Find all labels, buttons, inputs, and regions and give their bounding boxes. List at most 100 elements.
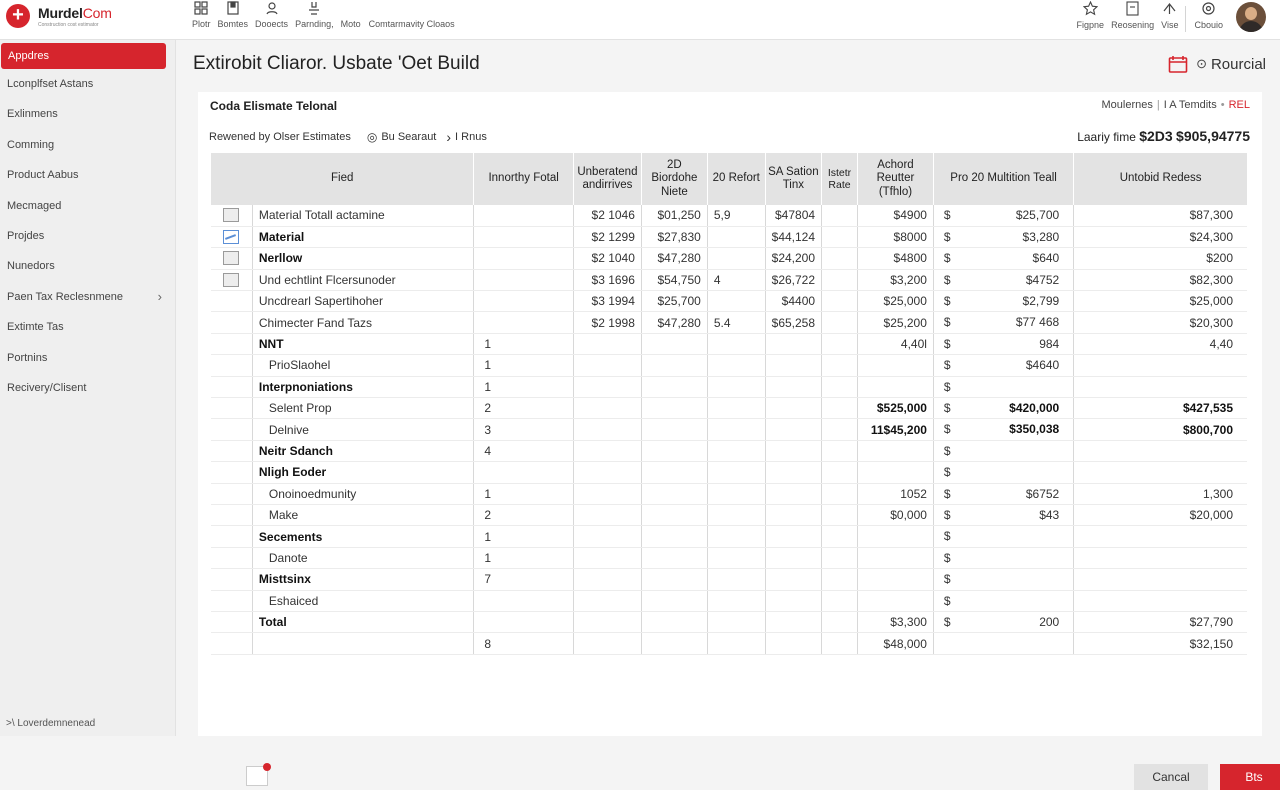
breadcrumb[interactable]: I Rnus: [455, 131, 487, 143]
sidebar-item-comming[interactable]: Comming: [0, 130, 175, 160]
clipboard-icon: [1126, 1, 1139, 16]
sidebar-item-product-aabus[interactable]: Product Aabus: [0, 160, 175, 190]
multition-cell: $: [932, 525, 1074, 548]
table-row[interactable]: Material Totall actamine $2 1046 $01,250 5,…: [210, 205, 1247, 227]
table-row[interactable]: Misttsinx 7 $: [210, 568, 1247, 591]
item-label-cell: Misttsinx: [251, 568, 474, 591]
sidebar-item-appdres[interactable]: Appdres: [1, 43, 166, 69]
inbox-icon: [309, 2, 320, 15]
calendar-icon[interactable]: [1168, 55, 1188, 73]
biordohe-cell: [640, 547, 708, 570]
column-header[interactable]: 20 Refort: [706, 153, 766, 205]
sidebar-item-recivery[interactable]: Recivery/Clisent: [0, 373, 175, 403]
vise-button[interactable]: Vise: [1161, 0, 1178, 30]
reosening-button[interactable]: Reosening: [1111, 0, 1154, 30]
table-row[interactable]: Make 2 $0,000 $ $43 $20,000: [210, 504, 1247, 527]
column-header[interactable]: SA Sation Tinx: [764, 153, 822, 205]
item-label-cell: Delnive: [251, 418, 474, 441]
table-row[interactable]: NNT 1 4,40l $984 4,40: [210, 333, 1247, 356]
currency-symbol: $: [943, 336, 951, 351]
sidebar-footer-link[interactable]: >\ Loverdemnenead: [6, 718, 95, 729]
item-label-cell: Nligh Eoder: [251, 461, 474, 484]
sation-tax-cell: [764, 504, 822, 527]
sidebar-item-lconplfset[interactable]: Lconplfset Astans: [0, 69, 175, 99]
sidebar-item-paen-tax[interactable]: Paen Tax Reclesnmene ›: [0, 282, 175, 312]
column-header[interactable]: Innorthy Fotal: [473, 153, 574, 205]
table-row[interactable]: Selent Prop 2 $525,000 $ $420,000 $427,535: [210, 397, 1247, 420]
table-row[interactable]: Nerllow $2 1040 $47,280 $24,200 $4800 $ $640 $2…: [210, 247, 1247, 270]
quantity-cell: [473, 205, 574, 227]
table-row[interactable]: Neitr Sdanch 4 $: [210, 440, 1247, 463]
column-header[interactable]: 2D Biordohe Niete: [640, 153, 708, 205]
cancel-button[interactable]: Cancal: [1134, 764, 1208, 790]
figpne-button[interactable]: Figpne: [1077, 0, 1104, 30]
cbouio-button[interactable]: Cbouio: [1194, 0, 1223, 30]
table-row[interactable]: PrioSlaohel 1 $ $4640: [210, 354, 1247, 377]
quantity-cell: 1: [473, 525, 574, 548]
topnav-item-parnding[interactable]: Parnding,: [295, 0, 334, 29]
table-row[interactable]: Chimecter Fand Tazs $2 1998 $47,280 5.4 $65,…: [210, 311, 1247, 334]
biordohe-cell: [640, 632, 708, 655]
table-row[interactable]: 8 $48,000 $32,150: [210, 632, 1247, 655]
sidebar-item-extimte-tas[interactable]: Extimte Tas: [0, 312, 175, 342]
table-row[interactable]: Und echtlint Flcersunoder $3 1696 $54,750 4…: [210, 269, 1247, 292]
table-header: Fied Innorthy Fotal Unberatend andirrives 2…: [209, 153, 1247, 205]
table-row[interactable]: Onoinoedmunity 1 1052 $ $6752 1,300: [210, 483, 1247, 505]
sidebar-item-nunedors[interactable]: Nunedors: [0, 251, 175, 281]
row-checkbox[interactable]: [223, 208, 240, 223]
refort-cell: [706, 376, 766, 399]
topnav-extra[interactable]: Comtarmavity Cloaos: [369, 19, 455, 29]
multition-value: $640: [1032, 251, 1060, 266]
currency-symbol: $: [943, 272, 951, 287]
sidebar-item-mecmaged[interactable]: Mecmaged: [0, 191, 175, 221]
column-header[interactable]: Fied: [209, 153, 474, 205]
sidebar-item-portnins[interactable]: Portnins: [0, 343, 175, 373]
app-logo[interactable]: + MurdelCom Construction cost estimator: [6, 4, 112, 28]
row-checkbox[interactable]: [223, 230, 240, 245]
topnav-item-bomtes[interactable]: Bomtes: [218, 0, 248, 29]
reutter-cell: [856, 590, 934, 612]
reutter-cell: $0,000: [856, 504, 934, 527]
table-row[interactable]: Interpnoniations 1 $: [210, 376, 1247, 399]
multition-value: $43: [1039, 507, 1060, 522]
table-row[interactable]: Secements 1 $: [210, 525, 1247, 548]
table-row[interactable]: Total $3,300 $200 $27,790: [210, 611, 1247, 634]
row-select-cell: [210, 376, 253, 399]
quantity-cell: 2: [473, 397, 574, 420]
biordohe-cell: [640, 525, 708, 548]
table-row[interactable]: Delnive 3 11$45,200 $ $350,038 $800,700: [210, 418, 1247, 441]
table-row[interactable]: Uncdrearl Sapertihoher $3 1994 $25,700 $440…: [210, 290, 1247, 313]
table-row[interactable]: Eshaiced $: [210, 590, 1247, 612]
currency-symbol: $: [943, 529, 951, 544]
column-header[interactable]: Pro 20 Multition Teall: [932, 153, 1074, 205]
row-checkbox[interactable]: [223, 251, 240, 266]
unberatend-cell: $2 1040: [572, 247, 642, 270]
card-links: Moulernes | I A Temdits • REL: [1101, 99, 1250, 111]
topnav-item-moto[interactable]: Moto: [341, 19, 361, 29]
topnav-item-dooects[interactable]: Dooects: [255, 0, 288, 29]
rel-link[interactable]: REL: [1229, 99, 1250, 111]
pin-icon[interactable]: [246, 763, 271, 786]
reutter-cell: [856, 440, 934, 463]
table-row[interactable]: Material $2 1299 $27,830 $44,124 $8000 $ $3,28…: [210, 226, 1247, 249]
column-header[interactable]: Istetr Rate: [821, 153, 858, 205]
rourcial-action[interactable]: Rourcial: [1211, 56, 1266, 73]
column-header[interactable]: Unberatend andirrives: [572, 153, 642, 205]
row-checkbox[interactable]: [223, 272, 240, 287]
save-button[interactable]: Bts: [1220, 764, 1280, 790]
multition-cell: $ $77 468: [932, 311, 1074, 334]
rate-cell: [821, 590, 858, 612]
target-filter[interactable]: Bu Searaut: [381, 131, 436, 143]
refort-cell: [706, 397, 766, 420]
column-header[interactable]: Achord Reutter (Tfhlo): [856, 153, 934, 205]
table-row[interactable]: Nligh Eoder $: [210, 461, 1247, 484]
table-row[interactable]: Danote 1 $: [210, 547, 1247, 570]
column-header[interactable]: Untobid Redess: [1073, 153, 1247, 205]
user-icon: [265, 2, 278, 15]
temdits-link[interactable]: I A Temdits: [1164, 99, 1217, 111]
moulernes-link[interactable]: Moulernes: [1102, 99, 1153, 111]
topnav-item-plotr[interactable]: Plotr: [192, 0, 211, 29]
avatar[interactable]: [1236, 2, 1266, 32]
sidebar-item-exlinmens[interactable]: Exlinmens: [0, 99, 175, 129]
sidebar-item-projdes[interactable]: Projdes: [0, 221, 175, 251]
